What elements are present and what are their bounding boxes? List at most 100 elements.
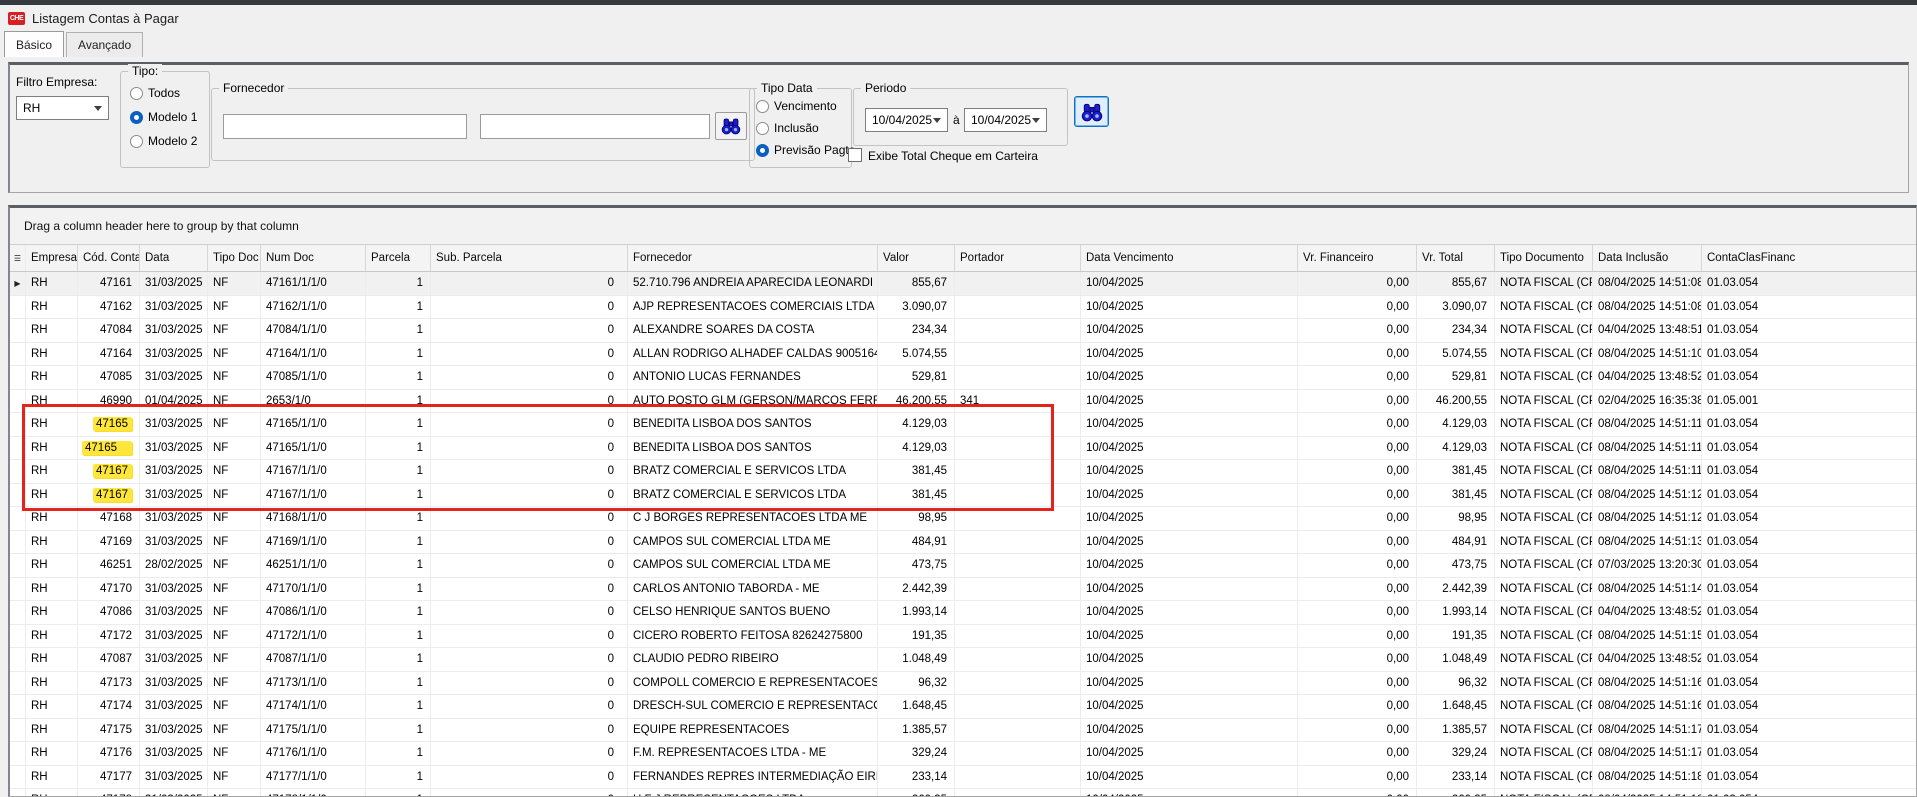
cell-tipo_doc[interactable]: NF (208, 460, 261, 483)
cell-venc[interactable]: 10/04/2025 (1081, 601, 1298, 624)
cell-vr_total[interactable]: 329,24 (1417, 742, 1495, 765)
cell-vr_fin[interactable]: 0,00 (1298, 413, 1417, 436)
cell-portador[interactable] (955, 484, 1081, 507)
cell-tipo_doc[interactable]: NF (208, 531, 261, 554)
cell-venc[interactable]: 10/04/2025 (1081, 437, 1298, 460)
cell-valor[interactable]: 381,45 (878, 460, 955, 483)
cell-empresa[interactable]: RH (26, 554, 78, 577)
cell-empresa[interactable]: RH (26, 648, 78, 671)
cell-fornecedor[interactable]: CAMPOS SUL COMERCIAL LTDA ME (628, 531, 878, 554)
cell-vr_total[interactable]: 381,45 (1417, 460, 1495, 483)
column-header-fornecedor[interactable]: Fornecedor (628, 245, 878, 271)
cell-valor[interactable]: 4.129,03 (878, 413, 955, 436)
radio-vencimento[interactable]: Vencimento (756, 97, 851, 115)
cell-fornecedor[interactable]: CELSO HENRIQUE SANTOS BUENO (628, 601, 878, 624)
cell-conta[interactable]: 01.03.054 (1702, 578, 1917, 601)
cell-conta[interactable]: 01.03.054 (1702, 719, 1917, 742)
radio-inclusao[interactable]: Inclusão (756, 119, 851, 137)
cell-sub_parcela[interactable]: 0 (431, 766, 628, 789)
cell-venc[interactable]: 10/04/2025 (1081, 484, 1298, 507)
grid-row[interactable]: RH4717531/03/2025NF47175/1/1/010EQUIPE R… (10, 719, 1916, 743)
cell-inclusao[interactable]: 08/04/2025 14:51:13 (1593, 531, 1702, 554)
cell-venc[interactable]: 10/04/2025 (1081, 413, 1298, 436)
cell-inclusao[interactable]: 04/04/2025 13:48:52 (1593, 648, 1702, 671)
cell-tipo_documento[interactable]: NOTA FISCAL (CP) (1495, 601, 1593, 624)
cell-venc[interactable]: 10/04/2025 (1081, 272, 1298, 295)
cell-inclusao[interactable]: 08/04/2025 14:51:08 (1593, 272, 1702, 295)
cell-num_doc[interactable]: 47172/1/1/0 (261, 625, 366, 648)
cell-inclusao[interactable]: 08/04/2025 14:51:15 (1593, 625, 1702, 648)
cell-data[interactable]: 31/03/2025 (140, 531, 208, 554)
cell-sub_parcela[interactable]: 0 (431, 437, 628, 460)
cell-tipo_doc[interactable]: NF (208, 648, 261, 671)
cell-parcela[interactable]: 1 (366, 437, 431, 460)
cell-vr_fin[interactable]: 0,00 (1298, 672, 1417, 695)
cell-sub_parcela[interactable]: 0 (431, 390, 628, 413)
cell-sub_parcela[interactable]: 0 (431, 531, 628, 554)
cell-parcela[interactable]: 1 (366, 601, 431, 624)
radio-todos-circle[interactable] (130, 87, 143, 100)
cell-venc[interactable]: 10/04/2025 (1081, 343, 1298, 366)
cell-venc[interactable]: 10/04/2025 (1081, 531, 1298, 554)
cell-num_doc[interactable]: 46251/1/1/0 (261, 554, 366, 577)
cell-vr_total[interactable]: 46.200,55 (1417, 390, 1495, 413)
cell-parcela[interactable]: 1 (366, 672, 431, 695)
fornecedor-search-button[interactable] (715, 112, 747, 140)
cell-inclusao[interactable]: 07/03/2025 13:20:30 (1593, 554, 1702, 577)
cell-tipo_doc[interactable]: NF (208, 343, 261, 366)
grid-row[interactable]: RH4708631/03/2025NF47086/1/1/010CELSO HE… (10, 601, 1916, 625)
cell-cod[interactable]: 47165 (78, 413, 140, 436)
cell-inclusao[interactable]: 08/04/2025 14:51:10 (1593, 343, 1702, 366)
cell-empresa[interactable]: RH (26, 460, 78, 483)
cell-num_doc[interactable]: 47178/1/1/0 (261, 789, 366, 797)
cell-num_doc[interactable]: 47175/1/1/0 (261, 719, 366, 742)
cell-venc[interactable]: 10/04/2025 (1081, 742, 1298, 765)
cell-portador[interactable] (955, 437, 1081, 460)
cell-cod[interactable]: 47169 (78, 531, 140, 554)
cell-fornecedor[interactable]: CARLOS ANTONIO TABORDA - ME (628, 578, 878, 601)
cell-parcela[interactable]: 1 (366, 413, 431, 436)
cell-inclusao[interactable]: 08/04/2025 14:51:08 (1593, 296, 1702, 319)
cell-cod[interactable]: 47084 (78, 319, 140, 342)
cell-parcela[interactable]: 1 (366, 695, 431, 718)
cell-cod[interactable]: 47176 (78, 742, 140, 765)
cell-fornecedor[interactable]: BENEDITA LISBOA DOS SANTOS (628, 413, 878, 436)
cell-inclusao[interactable]: 08/04/2025 14:51:11 (1593, 413, 1702, 436)
cell-sub_parcela[interactable]: 0 (431, 460, 628, 483)
cell-num_doc[interactable]: 47167/1/1/0 (261, 460, 366, 483)
grid-row[interactable]: RH4717031/03/2025NF47170/1/1/010CARLOS A… (10, 578, 1916, 602)
cell-vr_total[interactable]: 2.442,39 (1417, 578, 1495, 601)
column-header-data[interactable]: Data (140, 245, 208, 271)
cell-sub_parcela[interactable]: 0 (431, 343, 628, 366)
cell-empresa[interactable]: RH (26, 484, 78, 507)
cell-tipo_doc[interactable]: NF (208, 554, 261, 577)
group-by-bar[interactable]: Drag a column header here to group by th… (10, 208, 1916, 245)
cell-empresa[interactable]: RH (26, 343, 78, 366)
cell-tipo_documento[interactable]: NOTA FISCAL (CP) (1495, 742, 1593, 765)
cell-tipo_documento[interactable]: NOTA FISCAL (CP) (1495, 531, 1593, 554)
cell-inclusao[interactable]: 08/04/2025 14:51:17 (1593, 719, 1702, 742)
cell-tipo_doc[interactable]: NF (208, 601, 261, 624)
cell-conta[interactable]: 01.03.054 (1702, 343, 1917, 366)
cell-valor[interactable]: 529,81 (878, 366, 955, 389)
column-header-data-inclus-o[interactable]: Data Inclusão (1593, 245, 1702, 271)
cell-vr_total[interactable]: 1.993,14 (1417, 601, 1495, 624)
cell-inclusao[interactable]: 08/04/2025 14:51:11 (1593, 460, 1702, 483)
cell-tipo_doc[interactable]: NF (208, 319, 261, 342)
cell-data[interactable]: 31/03/2025 (140, 366, 208, 389)
cell-cod[interactable]: 47173 (78, 672, 140, 695)
cell-num_doc[interactable]: 47168/1/1/0 (261, 507, 366, 530)
cell-portador[interactable] (955, 789, 1081, 797)
cell-fornecedor[interactable]: DRESCH-SUL COMERCIO E REPRESENTACOES LTD… (628, 695, 878, 718)
cell-fornecedor[interactable]: EQUIPE REPRESENTACOES (628, 719, 878, 742)
grid-row[interactable]: RH4716931/03/2025NF47169/1/1/010CAMPOS S… (10, 531, 1916, 555)
cell-data[interactable]: 31/03/2025 (140, 460, 208, 483)
cell-data[interactable]: 31/03/2025 (140, 413, 208, 436)
cell-vr_total[interactable]: 1.048,49 (1417, 648, 1495, 671)
cell-valor[interactable]: 855,67 (878, 272, 955, 295)
cell-valor[interactable]: 96,32 (878, 672, 955, 695)
cell-inclusao[interactable]: 08/04/2025 14:51:12 (1593, 484, 1702, 507)
cell-cod[interactable]: 47085 (78, 366, 140, 389)
cell-num_doc[interactable]: 47174/1/1/0 (261, 695, 366, 718)
cell-portador[interactable] (955, 766, 1081, 789)
